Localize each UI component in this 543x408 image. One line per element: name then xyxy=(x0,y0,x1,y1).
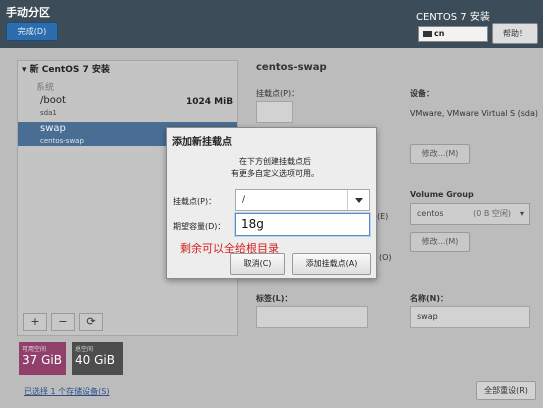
mount-item-device-selected: centos-swap xyxy=(40,137,84,145)
refresh-icon[interactable]: ⟳ xyxy=(79,313,103,331)
free-space-indicator: 可用空间 37 GiB xyxy=(19,342,66,375)
mount-item-name-selected: swap xyxy=(40,123,66,134)
system-group-label: 系统 xyxy=(36,83,55,93)
dialog-title: 添加新挂载点 xyxy=(172,137,232,148)
modify-volume-group-button[interactable]: 修改...(M) xyxy=(410,232,470,252)
total-space-label: 总空间 xyxy=(75,346,94,353)
device-label: 设备： xyxy=(410,89,434,98)
dialog-description-text: 在下方创建挂载点后 有更多自定义选项可用。 xyxy=(231,157,319,178)
total-space-indicator: 总空间 40 GiB xyxy=(72,342,123,375)
name-field[interactable]: swap xyxy=(410,306,530,328)
total-space-value: 40 GiB xyxy=(75,353,115,367)
modify-device-button[interactable]: 修改...(M) xyxy=(410,144,470,164)
keyboard-layout-label: cn xyxy=(434,29,445,38)
mount-point-field[interactable] xyxy=(256,101,293,123)
cancel-button[interactable]: 取消(C) xyxy=(230,253,285,275)
done-button[interactable]: 完成(D) xyxy=(6,22,58,41)
install-tree-label: 新 CentOS 7 安装 xyxy=(29,65,110,75)
reset-all-button[interactable]: 全部重设(R) xyxy=(476,381,536,400)
dialog-capacity-input[interactable]: 18g xyxy=(235,213,370,236)
partition-detail-title: centos-swap xyxy=(256,62,327,73)
install-title: CENTOS 7 安装 xyxy=(416,12,490,23)
dialog-description: 在下方创建挂载点后 有更多自定义选项可用。 xyxy=(180,156,370,180)
add-mount-point-confirm-button[interactable]: 添加挂载点(A) xyxy=(292,253,371,275)
chevron-down-icon[interactable] xyxy=(347,190,369,210)
remove-mount-point-button[interactable]: − xyxy=(51,313,75,331)
mount-item-device: sda1 xyxy=(40,109,57,117)
mount-point-label: 挂载点(P)： xyxy=(256,89,300,98)
page-title: 手动分区 xyxy=(6,6,50,19)
free-space-label: 可用空间 xyxy=(22,346,47,353)
keyboard-layout-indicator[interactable]: cn xyxy=(418,26,488,42)
device-value: VMware, VMware Virtual S (sda) xyxy=(410,109,539,118)
install-tree-header[interactable]: ▾ 新 CentOS 7 安装 xyxy=(22,62,110,75)
dialog-mount-point-combo[interactable]: / xyxy=(235,189,370,211)
mount-item-name[interactable]: /boot xyxy=(40,95,66,106)
volume-group-select[interactable]: centos (0 B 空闲) ▾ xyxy=(410,203,530,225)
dialog-mount-point-value: / xyxy=(242,195,246,205)
volume-group-value: centos xyxy=(417,209,444,218)
raid-partial-label: (O) xyxy=(379,253,392,262)
dialog-mount-point-label: 挂载点(P)： xyxy=(173,197,217,206)
chevron-down-icon: ▾ xyxy=(519,209,524,218)
tag-label: 标签(L)： xyxy=(256,294,293,303)
free-space-value: 37 GiB xyxy=(22,353,62,367)
volume-group-label: Volume Group xyxy=(410,190,474,199)
desired-capacity-partial-label: (E) xyxy=(377,212,389,221)
add-mount-point-button[interactable]: + xyxy=(23,313,47,331)
tag-field[interactable] xyxy=(256,306,368,328)
mount-item-size: 1024 MiB xyxy=(186,97,234,107)
selected-devices-link[interactable]: 已选择 1 个存储设备(S) xyxy=(24,386,110,397)
help-button[interactable]: 帮助！ xyxy=(492,23,538,44)
dialog-capacity-label: 期望容量(D)： xyxy=(173,222,226,231)
keyboard-icon xyxy=(423,30,432,37)
name-label: 名称(N)： xyxy=(410,294,449,303)
volume-group-free: (0 B 空闲) xyxy=(473,209,511,218)
